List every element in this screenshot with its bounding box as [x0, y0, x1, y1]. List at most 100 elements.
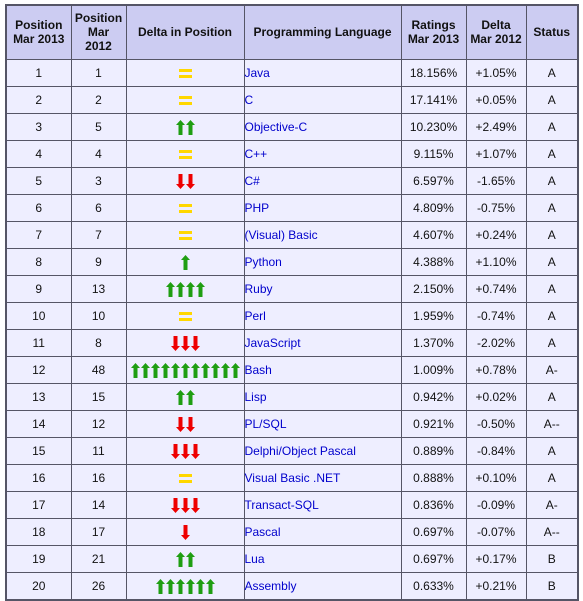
delta-glyph-group: [127, 303, 244, 329]
language-link[interactable]: Python: [245, 255, 282, 269]
language-link[interactable]: C#: [245, 174, 260, 188]
table-row: 14 12 PL/SQL 0.921% -0.50% A--: [5, 410, 579, 438]
cell-ratings: 0.888%: [400, 464, 467, 492]
column-header-line2: Mar 2012: [470, 32, 522, 46]
delta-glyph-group: [127, 222, 244, 248]
cell-delta-in-position: [125, 113, 245, 141]
cell-delta-in-position: [125, 464, 245, 492]
cell-position-2012: 14: [70, 491, 127, 519]
table-row: 7 7 (Visual) Basic 4.607% +0.24% A: [5, 221, 579, 249]
language-link[interactable]: (Visual) Basic: [245, 228, 318, 242]
cell-delta-ratings: +1.05%: [465, 59, 527, 87]
cell-programming-language: Perl: [243, 302, 402, 330]
equals-icon: [178, 203, 192, 213]
column-header-position-2013[interactable]: Position Mar 2013: [5, 4, 72, 60]
cell-status: A--: [525, 518, 579, 546]
cell-ratings: 0.921%: [400, 410, 467, 438]
cell-position-2012: 15: [70, 383, 127, 411]
language-link[interactable]: Perl: [245, 309, 266, 323]
cell-ratings: 1.009%: [400, 356, 467, 384]
cell-position-2012: 3: [70, 167, 127, 195]
cell-programming-language: Pascal: [243, 518, 402, 546]
language-link[interactable]: C: [245, 93, 254, 107]
cell-ratings: 1.959%: [400, 302, 467, 330]
cell-delta-ratings: +1.10%: [465, 248, 527, 276]
arrow-down-icon: [185, 416, 195, 432]
cell-delta-in-position: [125, 437, 245, 465]
language-link[interactable]: Delphi/Object Pascal: [245, 444, 356, 458]
cell-delta-ratings: -0.50%: [465, 410, 527, 438]
language-link[interactable]: Ruby: [245, 282, 273, 296]
table-row: 3 5 Objective-C 10.230% +2.49% A: [5, 113, 579, 141]
language-link[interactable]: PHP: [245, 201, 270, 215]
cell-position-2012: 13: [70, 275, 127, 303]
cell-position-2013: 10: [5, 302, 72, 330]
table-row: 11 8 JavaScript 1.370% -2.02% A: [5, 329, 579, 357]
cell-ratings: 4.809%: [400, 194, 467, 222]
equals-icon: [178, 68, 192, 78]
language-link[interactable]: Transact-SQL: [245, 498, 319, 512]
cell-delta-ratings: +0.05%: [465, 86, 527, 114]
cell-position-2012: 4: [70, 140, 127, 168]
language-link[interactable]: Objective-C: [245, 120, 308, 134]
cell-delta-in-position: [125, 572, 245, 601]
cell-position-2013: 2: [5, 86, 72, 114]
cell-position-2012: 12: [70, 410, 127, 438]
arrow-down-icon: [190, 443, 200, 459]
arrow-up-icon: [200, 362, 210, 378]
column-header-delta-ratings[interactable]: Delta Mar 2012: [465, 4, 527, 60]
table-row: 10 10 Perl 1.959% -0.74% A: [5, 302, 579, 330]
language-link[interactable]: Bash: [245, 363, 272, 377]
column-header-status[interactable]: Status: [525, 4, 579, 60]
cell-programming-language: JavaScript: [243, 329, 402, 357]
cell-programming-language: PL/SQL: [243, 410, 402, 438]
cell-delta-ratings: +0.10%: [465, 464, 527, 492]
cell-position-2012: 48: [70, 356, 127, 384]
cell-programming-language: Delphi/Object Pascal: [243, 437, 402, 465]
delta-glyph-group: [127, 249, 244, 275]
cell-delta-in-position: [125, 86, 245, 114]
cell-position-2013: 1: [5, 59, 72, 87]
arrow-up-icon: [185, 389, 195, 405]
delta-glyph-group: [127, 438, 244, 464]
cell-position-2013: 20: [5, 572, 72, 601]
cell-delta-in-position: [125, 383, 245, 411]
language-link[interactable]: C++: [245, 147, 268, 161]
delta-glyph-group: [127, 519, 244, 545]
delta-glyph-group: [127, 276, 244, 302]
column-header-programming-language[interactable]: Programming Language: [243, 4, 402, 60]
table-row: 2 2 C 17.141% +0.05% A: [5, 86, 579, 114]
delta-glyph-group: [127, 411, 244, 437]
table-row: 4 4 C++ 9.115% +1.07% A: [5, 140, 579, 168]
column-header-delta-in-position[interactable]: Delta in Position: [125, 4, 245, 60]
equals-icon: [178, 149, 192, 159]
arrow-down-icon: [170, 443, 180, 459]
language-link[interactable]: JavaScript: [245, 336, 301, 350]
cell-programming-language: Assembly: [243, 572, 402, 601]
column-header-ratings[interactable]: Ratings Mar 2013: [400, 4, 467, 60]
table-row: 16 16 Visual Basic .NET 0.888% +0.10% A: [5, 464, 579, 492]
cell-ratings: 17.141%: [400, 86, 467, 114]
delta-glyph-group: [127, 60, 244, 86]
language-link[interactable]: Assembly: [245, 579, 297, 593]
table-row: 5 3 C# 6.597% -1.65% A: [5, 167, 579, 195]
table-row: 13 15 Lisp 0.942% +0.02% A: [5, 383, 579, 411]
cell-status: A: [525, 329, 579, 357]
cell-delta-in-position: [125, 221, 245, 249]
cell-programming-language: Lisp: [243, 383, 402, 411]
cell-status: B: [525, 545, 579, 573]
language-link[interactable]: Lisp: [245, 390, 267, 404]
language-link[interactable]: Lua: [245, 552, 265, 566]
table-row: 8 9 Python 4.388% +1.10% A: [5, 248, 579, 276]
cell-position-2013: 16: [5, 464, 72, 492]
language-link[interactable]: Java: [245, 66, 270, 80]
delta-glyph-group: [127, 87, 244, 113]
arrow-down-icon: [180, 335, 190, 351]
language-link[interactable]: Pascal: [245, 525, 281, 539]
language-link[interactable]: PL/SQL: [245, 417, 287, 431]
equals-icon: [178, 95, 192, 105]
column-header-position-2012[interactable]: Position Mar 2012: [70, 4, 127, 60]
language-link[interactable]: Visual Basic .NET: [245, 471, 341, 485]
arrow-up-icon: [150, 362, 160, 378]
arrow-up-icon: [175, 551, 185, 567]
